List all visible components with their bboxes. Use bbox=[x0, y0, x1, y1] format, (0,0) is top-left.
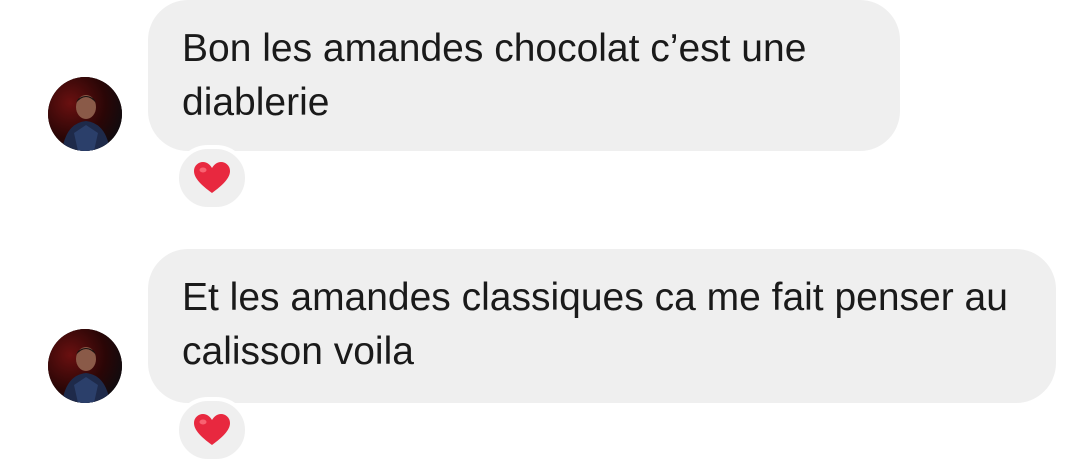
message-text: Et les amandes classiques ca me fait pen… bbox=[182, 276, 1008, 373]
heart-icon bbox=[194, 414, 230, 445]
message-text: Bon les amandes chocolat c’est une diabl… bbox=[182, 27, 807, 124]
message-bubble[interactable]: Et les amandes classiques ca me fait pen… bbox=[148, 249, 1056, 403]
avatar-image bbox=[48, 329, 122, 403]
message-bubble[interactable]: Bon les amandes chocolat c’est une diabl… bbox=[148, 0, 900, 151]
heart-icon bbox=[194, 162, 230, 193]
reaction-badge[interactable] bbox=[175, 145, 249, 211]
avatar[interactable] bbox=[48, 329, 122, 403]
avatar[interactable] bbox=[48, 77, 122, 151]
avatar-image bbox=[48, 77, 122, 151]
reaction-badge[interactable] bbox=[175, 397, 249, 463]
